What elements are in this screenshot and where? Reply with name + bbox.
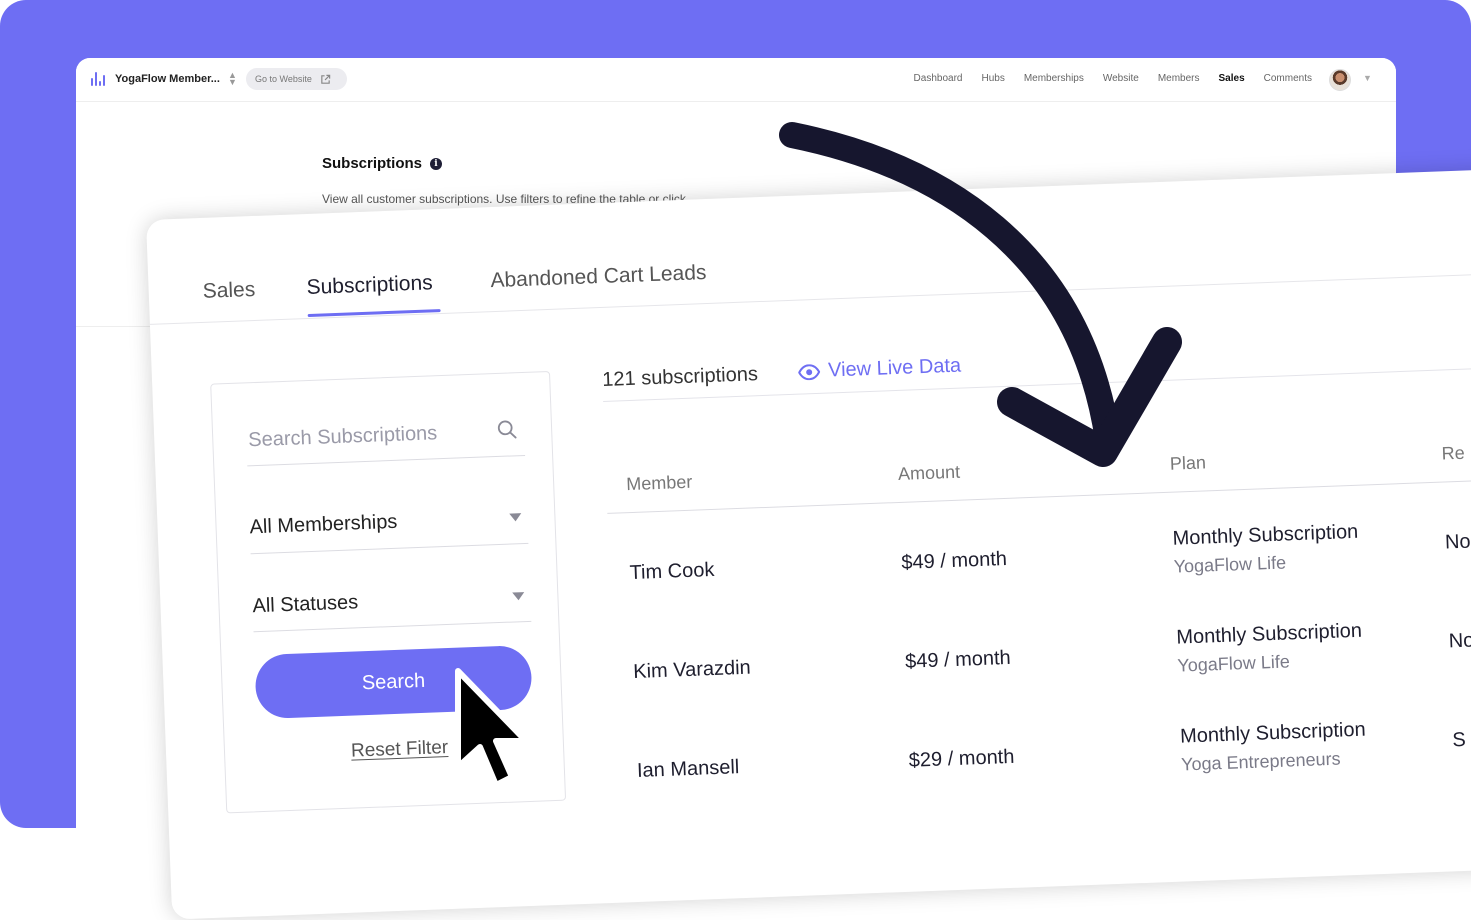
- subscription-count: 121 subscriptions: [601, 363, 759, 391]
- search-underline: [247, 454, 526, 467]
- table-cell-plan-hub: YogaFlow Life: [1173, 552, 1287, 577]
- status-select[interactable]: All Statuses: [252, 591, 358, 618]
- tab-sales[interactable]: Sales: [202, 278, 255, 304]
- app-switcher[interactable]: YogaFlow Member...: [115, 73, 220, 85]
- nav-sales[interactable]: Sales: [1219, 73, 1245, 84]
- sort-arrows-icon[interactable]: ▲ ▼: [228, 71, 237, 87]
- mouse-cursor-icon: [455, 668, 529, 788]
- tab-subscriptions[interactable]: Subscriptions: [306, 271, 433, 300]
- go-to-website-label: Go to Website: [255, 74, 312, 84]
- eye-icon: [798, 363, 821, 380]
- tab-abandoned-cart-leads[interactable]: Abandoned Cart Leads: [490, 261, 707, 293]
- nav-memberships[interactable]: Memberships: [1024, 73, 1084, 84]
- header-divider: [607, 476, 1471, 514]
- page-title: Subscriptions i: [322, 155, 443, 172]
- table-cell-member[interactable]: Ian Mansell: [637, 756, 740, 783]
- column-header-member[interactable]: Member: [626, 472, 693, 495]
- external-link-icon: [321, 74, 331, 84]
- column-header-renewal[interactable]: Re: [1441, 443, 1465, 465]
- go-to-website-button[interactable]: Go to Website: [246, 68, 347, 90]
- table-cell-amount: $49 / month: [900, 547, 1008, 574]
- search-icon[interactable]: [496, 418, 519, 441]
- column-header-plan[interactable]: Plan: [1169, 452, 1206, 474]
- nav-hubs[interactable]: Hubs: [981, 73, 1004, 84]
- view-live-data-label: View Live Data: [827, 354, 962, 382]
- nav-members[interactable]: Members: [1158, 73, 1200, 84]
- reset-filter-link[interactable]: Reset Filter: [351, 737, 449, 763]
- table-cell-renewal: No: [1444, 530, 1471, 554]
- membership-underline: [250, 542, 529, 555]
- table-cell-renewal: No: [1448, 629, 1471, 653]
- table-cell-plan: Monthly Subscription: [1172, 520, 1359, 550]
- nav-dashboard[interactable]: Dashboard: [914, 73, 963, 84]
- table-cell-member[interactable]: Tim Cook: [629, 559, 715, 585]
- table-cell-renewal: S: [1452, 728, 1467, 752]
- caret-down-icon[interactable]: [512, 592, 525, 601]
- view-live-data-link[interactable]: View Live Data: [798, 355, 962, 384]
- table-cell-plan: Monthly Subscription: [1175, 619, 1363, 649]
- table-cell-plan-hub: YogaFlow Life: [1177, 651, 1291, 676]
- logo-bars-icon: [91, 72, 107, 86]
- status-underline: [253, 620, 532, 633]
- membership-select[interactable]: All Memberships: [249, 511, 398, 540]
- top-navigation-bar: YogaFlow Member... ▲ ▼ Go to Website Dash…: [76, 58, 1396, 102]
- caret-down-icon[interactable]: [509, 513, 522, 522]
- info-icon[interactable]: i: [430, 157, 443, 170]
- nav-comments[interactable]: Comments: [1264, 73, 1312, 84]
- table-cell-plan: Monthly Subscription: [1179, 718, 1367, 748]
- main-nav: Dashboard Hubs Memberships Website Membe…: [914, 73, 1312, 84]
- search-input[interactable]: [245, 415, 501, 456]
- avatar[interactable]: [1329, 69, 1351, 91]
- table-cell-amount: $49 / month: [904, 646, 1012, 673]
- caret-down-icon[interactable]: ▼: [1363, 73, 1372, 83]
- table-cell-amount: $29 / month: [908, 745, 1015, 772]
- table-cell-member[interactable]: Kim Varazdin: [633, 657, 751, 684]
- table-cell-plan-hub: Yoga Entrepreneurs: [1180, 748, 1341, 775]
- subscriptions-card: Sales Subscriptions Abandoned Cart Leads…: [146, 166, 1471, 920]
- page-title-text: Subscriptions: [322, 155, 423, 172]
- nav-website[interactable]: Website: [1103, 73, 1139, 84]
- column-header-amount[interactable]: Amount: [898, 462, 961, 485]
